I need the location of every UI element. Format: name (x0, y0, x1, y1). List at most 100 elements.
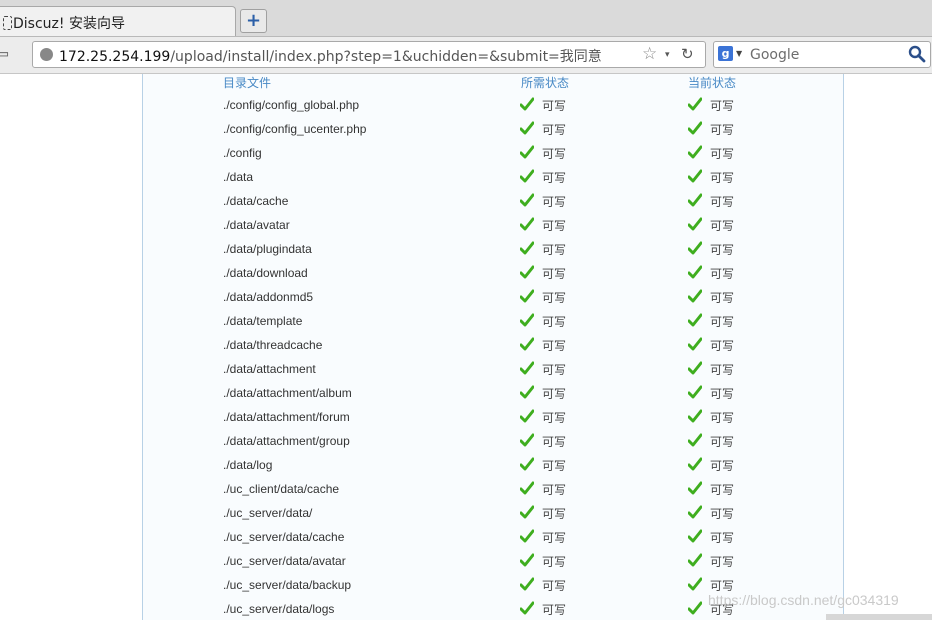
table-row: ./data/attachment/album 可写 可写 (0, 381, 888, 405)
row-indent (0, 525, 223, 549)
directory-path: ./uc_server/data/ (223, 506, 313, 520)
check-icon (520, 145, 534, 158)
check-icon (520, 361, 534, 374)
required-status-text: 可写 (542, 314, 567, 329)
directory-path: ./config (223, 146, 262, 160)
check-icon (688, 265, 702, 278)
required-status-cell: 可写 (520, 333, 688, 357)
magnifier-icon[interactable] (908, 45, 926, 63)
current-status-cell: 可写 (688, 333, 888, 357)
table-row: ./data/addonmd5 可写 可写 (0, 285, 888, 309)
current-status-cell: 可写 (688, 237, 888, 261)
row-indent (0, 93, 223, 117)
current-status-text: 可写 (710, 290, 735, 305)
table-row: ./data/attachment 可写 可写 (0, 357, 888, 381)
back-arrow-icon[interactable]: ⇦ (0, 45, 18, 65)
reload-icon[interactable]: ↻ (681, 45, 694, 63)
row-indent (0, 333, 223, 357)
required-status-text: 可写 (542, 482, 567, 497)
scrollbar[interactable] (826, 614, 932, 620)
required-status-text: 可写 (542, 458, 567, 473)
directory-path: ./uc_server/data/avatar (223, 554, 346, 568)
required-status-text: 可写 (542, 386, 567, 401)
row-indent (0, 477, 223, 501)
directory-path: ./data/log (223, 458, 273, 472)
history-dropdown-icon[interactable]: ▾ (665, 50, 670, 60)
current-status-cell: 可写 (688, 357, 888, 381)
tab-title: Discuz! 安装向导 (13, 16, 125, 32)
table-row: ./data/log 可写 可写 (0, 453, 888, 477)
row-indent (0, 501, 223, 525)
page-content: 目录文件 所需状态 当前状态 ./config/config_global.ph… (0, 74, 932, 620)
required-status-text: 可写 (542, 410, 567, 425)
current-status-text: 可写 (710, 266, 735, 281)
current-status-cell: 可写 (688, 429, 888, 453)
required-status-cell: 可写 (520, 453, 688, 477)
required-status-text: 可写 (542, 98, 567, 113)
check-icon (688, 505, 702, 518)
site-identity-icon[interactable] (40, 48, 53, 61)
search-input[interactable] (750, 45, 900, 64)
table-row: ./data/plugindata 可写 可写 (0, 237, 888, 261)
directory-path: ./uc_client/data/cache (223, 482, 340, 496)
table-row: ./uc_server/data/avatar 可写 可写 (0, 549, 888, 573)
table-row: ./data/threadcache 可写 可写 (0, 333, 888, 357)
check-icon (688, 193, 702, 206)
required-status-cell: 可写 (520, 477, 688, 501)
current-status-cell: 可写 (688, 213, 888, 237)
required-status-cell: 可写 (520, 597, 688, 620)
required-status-cell: 可写 (520, 381, 688, 405)
address-bar[interactable]: 172.25.254.199/upload/install/index.php?… (32, 41, 706, 68)
check-icon (520, 121, 534, 134)
required-status-text: 可写 (542, 506, 567, 521)
check-icon (520, 313, 534, 326)
required-status-cell: 可写 (520, 285, 688, 309)
url-text[interactable]: 172.25.254.199/upload/install/index.php?… (59, 46, 602, 66)
row-indent (0, 381, 223, 405)
current-status-cell: 可写 (688, 165, 888, 189)
current-status-cell: 可写 (688, 405, 888, 429)
required-status-text: 可写 (542, 554, 567, 569)
check-icon (688, 361, 702, 374)
new-tab-button[interactable]: + (240, 9, 267, 33)
current-status-cell: 可写 (688, 285, 888, 309)
required-status-cell: 可写 (520, 549, 688, 573)
tab-discuz-install[interactable]: Discuz! 安装向导 (0, 6, 236, 36)
current-status-text: 可写 (710, 554, 735, 569)
check-icon (688, 433, 702, 446)
watermark: https://blog.csdn.net/gc034319 (708, 592, 899, 608)
current-status-text: 可写 (710, 218, 735, 233)
navigation-toolbar: ⇦ 172.25.254.199/upload/install/index.ph… (0, 37, 932, 74)
engine-dropdown-icon[interactable]: ▼ (736, 49, 742, 58)
google-engine-icon[interactable]: g (718, 46, 733, 61)
url-host: 172.25.254.199 (59, 49, 171, 65)
required-status-cell: 可写 (520, 93, 688, 117)
check-icon (688, 385, 702, 398)
required-status-cell: 可写 (520, 213, 688, 237)
required-status-cell: 可写 (520, 117, 688, 141)
search-bar[interactable]: g ▼ (713, 41, 931, 68)
directory-path: ./data (223, 170, 254, 184)
check-icon (520, 433, 534, 446)
table-row: ./data/template 可写 可写 (0, 309, 888, 333)
required-status-text: 可写 (542, 266, 567, 281)
required-status-text: 可写 (542, 338, 567, 353)
check-icon (688, 97, 702, 110)
current-status-cell: 可写 (688, 261, 888, 285)
check-icon (520, 241, 534, 254)
current-status-text: 可写 (710, 578, 735, 593)
current-status-text: 可写 (710, 146, 735, 161)
required-status-text: 可写 (542, 170, 567, 185)
directory-path: ./uc_server/data/logs (223, 602, 335, 616)
bookmark-star-icon[interactable]: ☆ (642, 44, 657, 64)
directory-path: ./data/plugindata (223, 242, 312, 256)
current-status-cell: 可写 (688, 93, 888, 117)
directory-path: ./data/threadcache (223, 338, 323, 352)
directory-path: ./config/config_ucenter.php (223, 122, 367, 136)
current-status-cell: 可写 (688, 501, 888, 525)
current-status-text: 可写 (710, 98, 735, 113)
directory-path: ./uc_server/data/backup (223, 578, 352, 592)
check-icon (688, 481, 702, 494)
directory-path: ./data/attachment/forum (223, 410, 350, 424)
required-status-text: 可写 (542, 434, 567, 449)
